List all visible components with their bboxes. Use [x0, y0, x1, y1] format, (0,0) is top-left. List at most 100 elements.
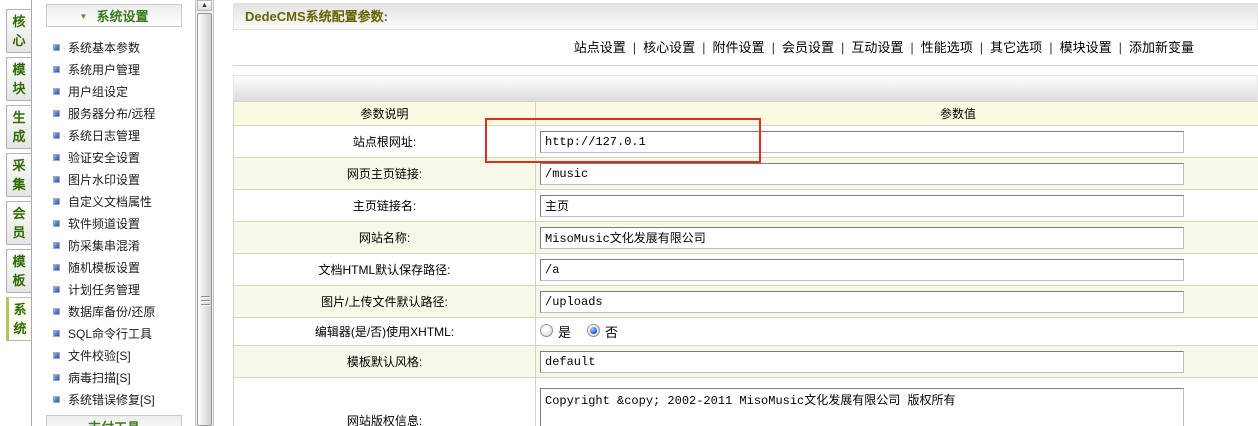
param-label: 网站名称:: [234, 222, 536, 254]
config-tab-4[interactable]: 会员设置: [782, 40, 834, 55]
tab-separator: |: [973, 40, 990, 55]
bullet-square-icon: [53, 352, 60, 359]
module-tab-7-active[interactable]: 系统: [6, 297, 31, 341]
sidebar-item[interactable]: 数据库备份/还原: [32, 300, 195, 322]
scroll-up-icon[interactable]: ▲: [197, 0, 212, 11]
config-tab-5[interactable]: 互动设置: [851, 40, 903, 55]
param-value-input[interactable]: [540, 351, 1184, 373]
sidebar-item[interactable]: 服务器分布/远程: [32, 102, 195, 124]
module-tab-2[interactable]: 模块: [6, 57, 31, 101]
config-tab-2[interactable]: 核心设置: [643, 40, 695, 55]
param-row: 网站名称:: [234, 222, 1258, 254]
scrollbar-thumb[interactable]: [197, 13, 212, 426]
param-value-cell: [536, 254, 1258, 286]
sidebar-item[interactable]: 防采集串混淆: [32, 234, 195, 256]
radio-option-label[interactable]: 否: [605, 325, 618, 340]
param-value-input[interactable]: [540, 195, 1184, 217]
module-tab-1[interactable]: 核心: [6, 9, 31, 53]
sidebar-menu: 系统基本参数系统用户管理用户组设定服务器分布/远程系统日志管理验证安全设置图片水…: [32, 36, 195, 410]
sidebar-item[interactable]: 文件校验[S]: [32, 344, 195, 366]
param-value-input[interactable]: [540, 131, 1184, 153]
config-tab-7[interactable]: 其它选项: [990, 40, 1042, 55]
param-row: 网站版权信息:Copyright &copy; 2002-2011 MisoMu…: [234, 378, 1258, 426]
column-header-param-name: 参数说明: [234, 102, 536, 126]
module-tab-5[interactable]: 会员: [6, 201, 31, 245]
bullet-square-icon: [53, 110, 60, 117]
bullet-square-icon: [53, 286, 60, 293]
tab-separator: |: [695, 40, 712, 55]
radio-option-1[interactable]: [540, 324, 553, 337]
tab-separator: |: [903, 40, 920, 55]
param-label: 图片/上传文件默认路径:: [234, 286, 536, 318]
bullet-square-icon: [53, 264, 60, 271]
sidebar-item-label: 随机模板设置: [68, 259, 140, 276]
module-tab-3[interactable]: 生成: [6, 105, 31, 149]
sidebar-item[interactable]: 验证安全设置: [32, 146, 195, 168]
sidebar-item[interactable]: 软件频道设置: [32, 212, 195, 234]
param-row: 文档HTML默认保存路径:: [234, 254, 1258, 286]
param-row: 网页主页链接:: [234, 158, 1258, 190]
sidebar-item[interactable]: SQL命令行工具: [32, 322, 195, 344]
module-tab-4[interactable]: 采集: [6, 153, 31, 197]
config-tab-6[interactable]: 性能选项: [921, 40, 973, 55]
sidebar-item-label: 用户组设定: [68, 83, 128, 100]
param-label: 模板默认风格:: [234, 346, 536, 378]
module-tab-char: 模: [7, 252, 31, 271]
sidebar-section-system-settings[interactable]: ▼ 系统设置: [46, 4, 182, 27]
param-value-cell: [536, 190, 1258, 222]
sidebar-item[interactable]: 系统用户管理: [32, 58, 195, 80]
sidebar-item[interactable]: 系统基本参数: [32, 36, 195, 58]
bullet-square-icon: [53, 176, 60, 183]
module-tab-char: 块: [7, 79, 31, 98]
param-value-cell: Copyright &copy; 2002-2011 MisoMusic文化发展…: [536, 378, 1258, 426]
param-label: 网页主页链接:: [234, 158, 536, 190]
radio-option-label[interactable]: 是: [558, 325, 571, 340]
sidebar-section-payment-tools[interactable]: 支付工具: [46, 415, 182, 426]
sidebar-item-label: SQL命令行工具: [68, 325, 152, 342]
sidebar-scrollbar[interactable]: ▲: [195, 0, 214, 426]
column-header-param-value: 参数值: [536, 102, 1258, 126]
param-value-input[interactable]: [540, 259, 1184, 281]
collapse-arrow-icon: ▼: [80, 12, 88, 21]
param-label: 文档HTML默认保存路径:: [234, 254, 536, 286]
sidebar-item[interactable]: 自定义文档属性: [32, 190, 195, 212]
param-label: 编辑器(是/否)使用XHTML:: [234, 318, 536, 346]
config-tab-3[interactable]: 附件设置: [713, 40, 765, 55]
sidebar-item-label: 防采集串混淆: [68, 237, 140, 254]
param-value-textarea[interactable]: Copyright &copy; 2002-2011 MisoMusic文化发展…: [540, 388, 1184, 426]
sidebar-item-label: 软件频道设置: [68, 215, 140, 232]
sidebar-bottom-section-title: 支付工具: [88, 417, 140, 426]
param-row: 主页链接名:: [234, 190, 1258, 222]
module-tab-char: 会: [7, 204, 31, 223]
sidebar-item-label: 系统用户管理: [68, 61, 140, 78]
module-tab-char: 生: [7, 108, 31, 127]
sidebar-item[interactable]: 用户组设定: [32, 80, 195, 102]
param-value-cell: [536, 126, 1258, 158]
config-tab-1[interactable]: 站点设置: [574, 40, 626, 55]
param-value-input[interactable]: [540, 163, 1184, 185]
module-tab-char: 系: [9, 300, 31, 319]
bullet-square-icon: [53, 88, 60, 95]
param-value-input[interactable]: [540, 227, 1184, 249]
bullet-square-icon: [53, 242, 60, 249]
param-row: 站点根网址:: [234, 126, 1258, 158]
config-tab-9[interactable]: 添加新变量: [1129, 40, 1194, 55]
sidebar-item[interactable]: 系统错误修复[S]: [32, 388, 195, 410]
param-value-input[interactable]: [540, 291, 1184, 313]
bullet-square-icon: [53, 66, 60, 73]
sidebar-item[interactable]: 系统日志管理: [32, 124, 195, 146]
sidebar-item[interactable]: 图片水印设置: [32, 168, 195, 190]
module-tab-strip: 核心模块生成采集会员模板系统: [0, 0, 31, 426]
sidebar-item[interactable]: 计划任务管理: [32, 278, 195, 300]
sidebar-item-label: 系统基本参数: [68, 39, 140, 56]
param-label: 主页链接名:: [234, 190, 536, 222]
radio-option-2-checked[interactable]: [587, 324, 600, 337]
sidebar-item[interactable]: 随机模板设置: [32, 256, 195, 278]
bullet-square-icon: [53, 132, 60, 139]
sidebar-item-label: 验证安全设置: [68, 149, 140, 166]
module-tab-char: 板: [7, 271, 31, 290]
dedecms-admin-window: 核心模块生成采集会员模板系统 ▼ 系统设置 系统基本参数系统用户管理用户组设定服…: [0, 0, 1258, 426]
sidebar-item[interactable]: 病毒扫描[S]: [32, 366, 195, 388]
config-tab-8[interactable]: 模块设置: [1060, 40, 1112, 55]
module-tab-6[interactable]: 模板: [6, 249, 31, 293]
